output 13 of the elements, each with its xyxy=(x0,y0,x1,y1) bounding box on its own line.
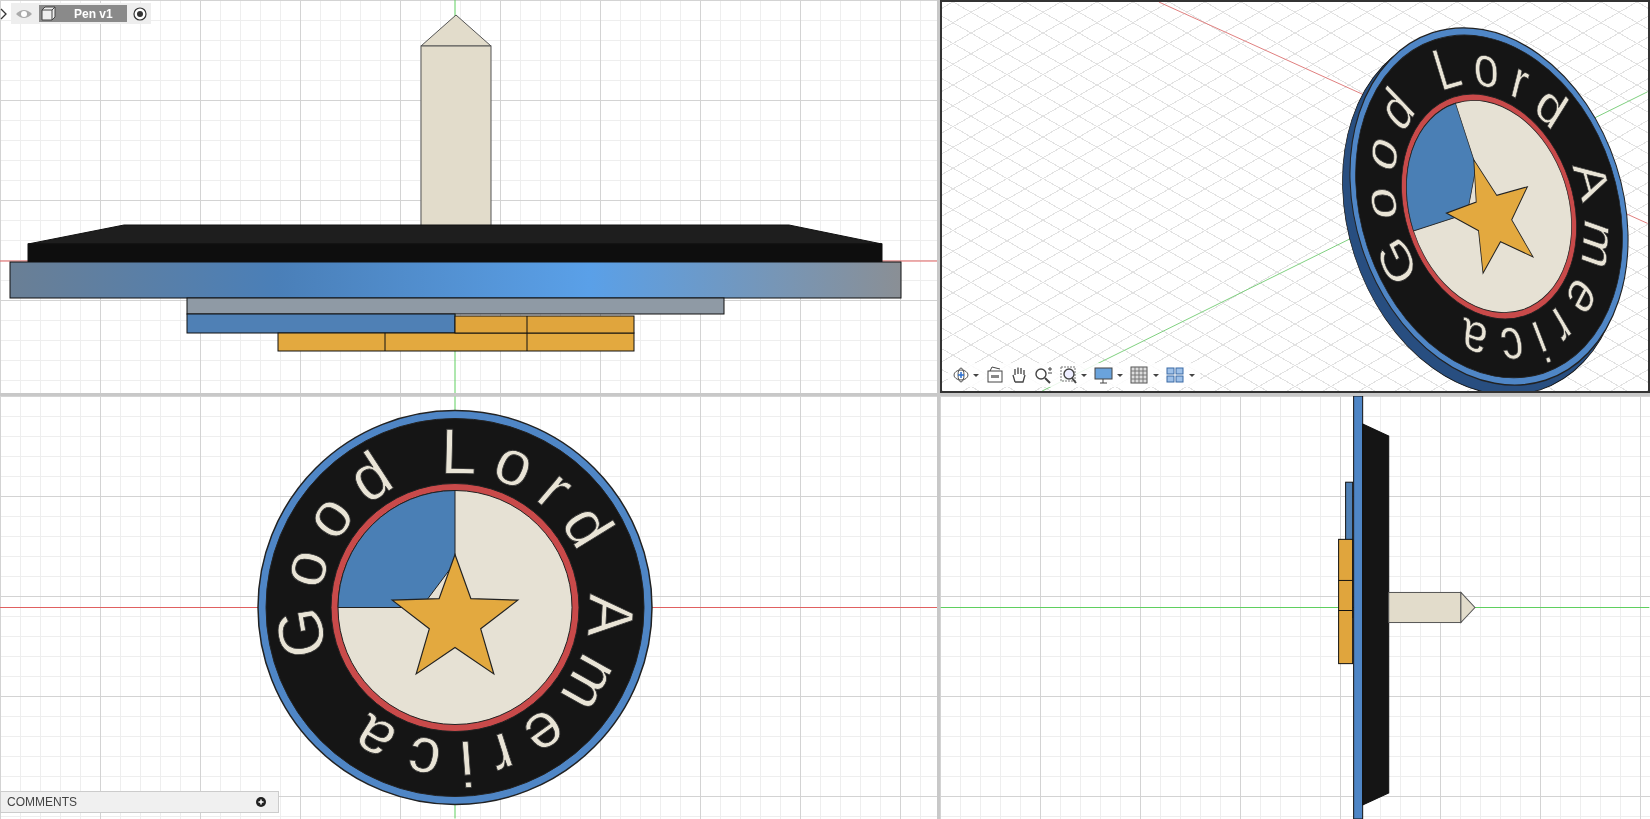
grid-icon[interactable] xyxy=(1130,366,1160,384)
radio-target-icon[interactable] xyxy=(132,6,147,21)
display-settings-icon[interactable] xyxy=(1094,366,1124,384)
comments-label: COMMENTS xyxy=(7,795,77,809)
look-at-icon[interactable] xyxy=(986,366,1004,384)
pan-hand-icon[interactable] xyxy=(1010,366,1028,384)
viewports-icon[interactable] xyxy=(1166,366,1196,384)
add-icon[interactable] xyxy=(256,797,266,807)
zoom-window-icon[interactable] xyxy=(1060,366,1088,384)
orbit-icon[interactable] xyxy=(952,366,980,384)
viewport[interactable] xyxy=(940,396,1650,819)
component-box-icon xyxy=(41,6,56,21)
zoom-icon[interactable] xyxy=(1034,366,1054,384)
